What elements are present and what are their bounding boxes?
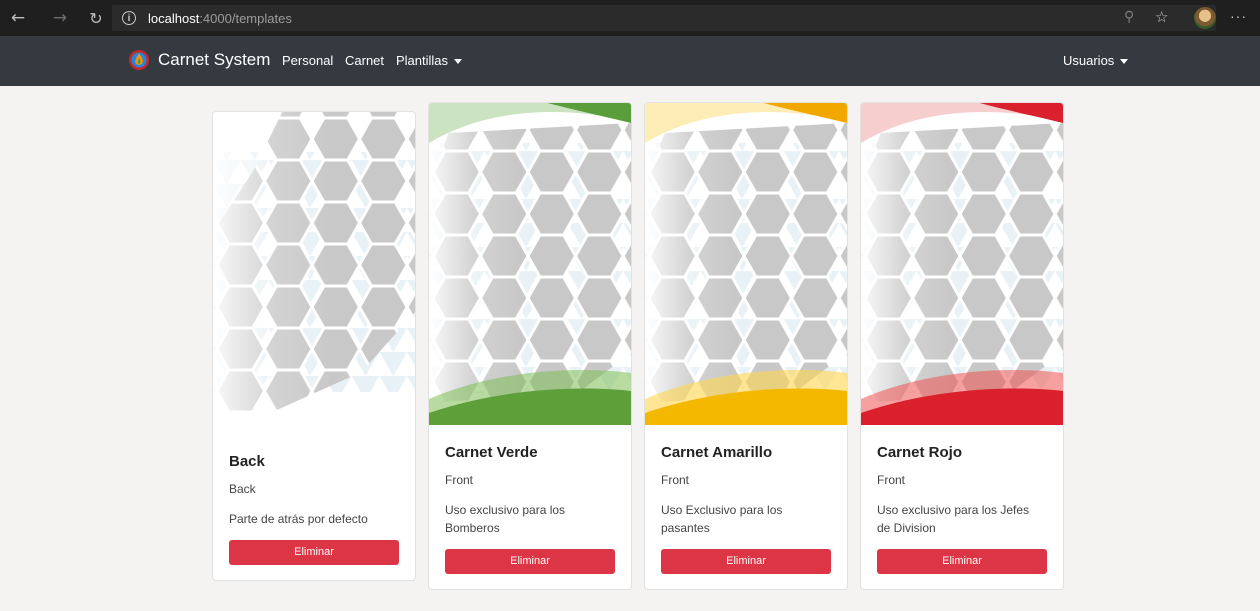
template-card-rojo: Carnet Rojo Front Uso exclusivo para los…: [860, 102, 1064, 590]
address-bar[interactable]: i localhost:4000/templates: [112, 5, 1216, 31]
card-description: Parte de atrás por defecto: [229, 512, 368, 526]
nav-usuarios-dropdown[interactable]: Usuarios: [1063, 53, 1129, 68]
template-card-verde: Carnet Verde Front Uso exclusivo para lo…: [428, 102, 632, 590]
nav-carnet[interactable]: Carnet: [345, 53, 384, 68]
card-title: Carnet Verde: [445, 444, 538, 461]
info-icon[interactable]: i: [122, 11, 136, 25]
caret-down-icon: [1120, 59, 1129, 65]
browser-toolbar: ← → ↻ i localhost:4000/templates ⚲ ☆ ···: [0, 0, 1260, 36]
card-title: Carnet Rojo: [877, 444, 963, 461]
nav-usuarios-label: Usuarios: [1063, 53, 1115, 68]
template-image-verde: [429, 103, 631, 425]
card-type: Front: [877, 473, 906, 487]
nav-plantillas-dropdown[interactable]: Plantillas: [396, 53, 463, 68]
more-options-icon[interactable]: ···: [1230, 8, 1247, 24]
brand-name: Carnet System: [158, 50, 271, 69]
reload-icon[interactable]: ↻: [84, 6, 108, 30]
card-description: Uso exclusivo para los Jefes de Division: [877, 503, 1030, 535]
card-title: Carnet Amarillo: [661, 444, 773, 461]
url-path: :4000/templates: [199, 10, 292, 26]
forward-arrow-icon[interactable]: →: [48, 6, 72, 30]
card-title: Back: [229, 453, 265, 470]
template-card-amarillo: Carnet Amarillo Front Uso Exclusivo para…: [644, 102, 848, 590]
template-image-rojo: [861, 103, 1063, 425]
brand-logo-icon: [129, 50, 149, 70]
url-text: localhost:4000/templates: [148, 11, 292, 26]
card-type: Front: [661, 473, 690, 487]
card-description: Uso Exclusivo para los pasantes: [661, 503, 783, 535]
caret-down-icon: [454, 59, 463, 65]
app-navbar: Carnet System Personal Carnet Plantillas…: [0, 36, 1260, 86]
delete-button[interactable]: Eliminar: [445, 549, 615, 574]
back-arrow-icon[interactable]: ←: [6, 6, 30, 30]
template-image-back: [213, 112, 415, 422]
template-image-amarillo: [645, 103, 847, 425]
zoom-icon[interactable]: ⚲: [1124, 9, 1134, 25]
brand[interactable]: Carnet System: [128, 49, 270, 71]
favorite-star-icon[interactable]: ☆: [1155, 8, 1168, 26]
template-card-back: Back Back Parte de atrás por defecto Eli…: [212, 111, 416, 581]
profile-avatar[interactable]: [1194, 7, 1216, 29]
delete-button[interactable]: Eliminar: [229, 540, 399, 565]
card-type: Back: [229, 482, 256, 496]
delete-button[interactable]: Eliminar: [877, 549, 1047, 574]
card-type: Front: [445, 473, 474, 487]
delete-button[interactable]: Eliminar: [661, 549, 831, 574]
card-description: Uso exclusivo para los Bomberos: [445, 503, 566, 535]
nav-personal[interactable]: Personal: [282, 53, 333, 68]
url-host: localhost: [148, 10, 200, 26]
nav-plantillas-label: Plantillas: [396, 53, 449, 68]
